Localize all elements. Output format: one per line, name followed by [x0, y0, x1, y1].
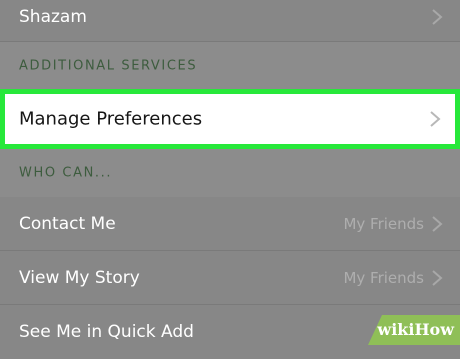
wikihow-watermark: wikiHow: [368, 315, 460, 345]
watermark-text: wikiHow: [377, 320, 454, 339]
view-my-story-label: View My Story: [19, 267, 140, 288]
additional-services-heading: ADDITIONAL SERVICES: [19, 58, 198, 73]
see-me-quick-add-label: See Me in Quick Add: [19, 322, 194, 342]
chevron-right-icon: [432, 215, 443, 232]
who-can-heading: WHO CAN...: [19, 165, 113, 181]
view-my-story-value: My Friends: [343, 268, 424, 287]
contact-me-value: My Friends: [343, 214, 424, 233]
settings-row-manage-preferences[interactable]: Manage Preferences: [0, 89, 460, 149]
section-header-additional-services: ADDITIONAL SERVICES: [0, 42, 460, 89]
settings-row-shazam[interactable]: Shazam: [0, 0, 460, 42]
settings-row-view-my-story[interactable]: View My Story My Friends: [0, 251, 460, 305]
section-header-who-can: WHO CAN...: [0, 149, 460, 197]
manage-preferences-label: Manage Preferences: [19, 108, 203, 130]
shazam-label: Shazam: [19, 6, 87, 27]
chevron-right-icon: [432, 8, 443, 25]
chevron-right-icon: [430, 111, 441, 127]
settings-row-contact-me[interactable]: Contact Me My Friends: [0, 197, 460, 251]
contact-me-label: Contact Me: [19, 213, 116, 234]
chevron-right-icon: [432, 269, 443, 286]
